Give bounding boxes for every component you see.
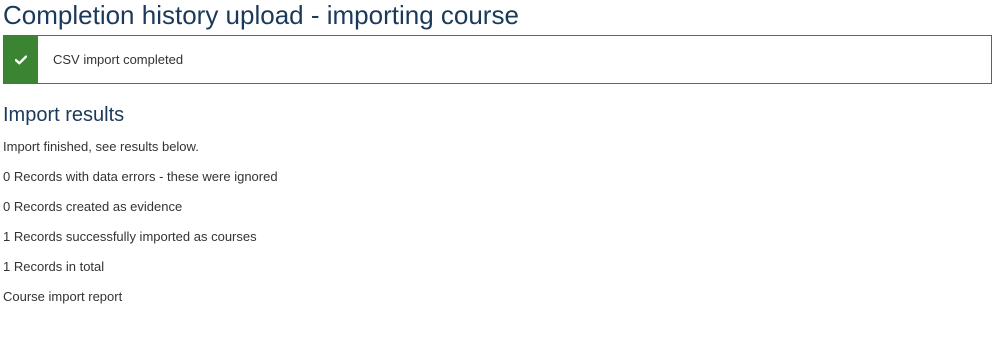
notice-message: CSV import completed	[53, 52, 184, 67]
import-results-heading: Import results	[3, 104, 125, 126]
result-evidence-line: 0 Records created as evidence	[3, 199, 183, 214]
check-icon	[15, 54, 27, 64]
success-notice: CSV import completed	[3, 35, 992, 84]
page: Completion history upload - importing co…	[0, 0, 995, 340]
result-imported-courses-line: 1 Records successfully imported as cours…	[3, 229, 257, 244]
course-import-report-link[interactable]: Course import report	[3, 289, 278, 305]
page-title: Completion history upload - importing co…	[3, 0, 519, 30]
notice-icon-box	[4, 36, 38, 83]
result-total-line: 1 Records in total	[3, 259, 105, 274]
result-data-errors-line: 0 Records with data errors - these were …	[3, 169, 278, 184]
result-summary-line: Import finished, see results below.	[3, 139, 199, 154]
import-results-list: Import finished, see results below. 0 Re…	[3, 139, 278, 319]
